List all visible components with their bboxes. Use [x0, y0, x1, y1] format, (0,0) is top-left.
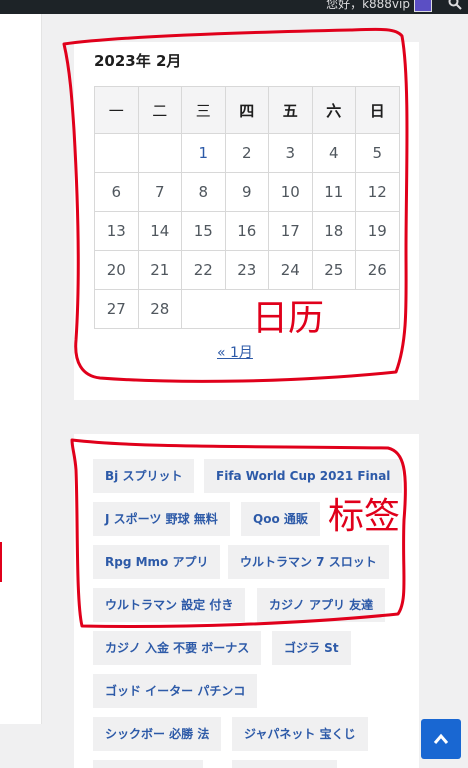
calendar-week: 27 28 — [94, 289, 400, 329]
tag-link[interactable] — [93, 760, 203, 768]
calendar-caption: 2023年 2月 — [94, 52, 182, 70]
calendar-day-cell: 16 — [224, 211, 269, 251]
calendar-day-cell: 6 — [94, 172, 139, 212]
tag-link[interactable]: ウルトラマン 7 スロット — [228, 545, 389, 579]
calendar-day-cell: 27 — [94, 289, 139, 329]
weekday-sun: 日 — [355, 86, 400, 134]
calendar-empty-cell — [94, 133, 139, 173]
calendar-day-cell: 5 — [355, 133, 400, 173]
calendar-empty-cell — [181, 289, 400, 329]
calendar-day-cell: 23 — [224, 250, 269, 290]
tag-link[interactable]: Bj スプリット — [93, 459, 195, 493]
calendar-day-cell: 2 — [224, 133, 269, 173]
admin-top-bar: 您好，k888vip — [0, 0, 468, 14]
tag-link[interactable]: Fifa World Cup 2021 Final — [204, 459, 403, 493]
calendar-table: 一 二 三 四 五 六 日 1 2 3 4 5 6 7 8 9 10 11 12… — [94, 86, 400, 329]
calendar-day-cell: 24 — [268, 250, 313, 290]
tag-link[interactable]: ゴジラ St — [272, 631, 351, 665]
calendar-empty-cell — [137, 133, 182, 173]
calendar-day-cell: 26 — [355, 250, 400, 290]
avatar[interactable] — [414, 0, 432, 12]
calendar-day-cell: 13 — [94, 211, 139, 251]
tag-link[interactable]: シックボー 必勝 法 — [93, 717, 222, 751]
calendar-day-cell: 19 — [355, 211, 400, 251]
calendar-day-cell: 25 — [311, 250, 356, 290]
calendar-day-cell: 4 — [311, 133, 356, 173]
calendar-widget: 2023年 2月 一 二 三 四 五 六 日 1 2 3 4 5 6 7 8 9… — [74, 42, 419, 400]
main-content-panel — [0, 14, 42, 724]
calendar-day-cell: 12 — [355, 172, 400, 212]
calendar-day-cell: 3 — [268, 133, 313, 173]
weekday-sat: 六 — [311, 86, 356, 134]
tag-link[interactable]: Qoo 通販 — [241, 502, 320, 536]
weekday-mon: 一 — [94, 86, 139, 134]
calendar-day-cell: 7 — [137, 172, 182, 212]
calendar-day-cell: 28 — [137, 289, 182, 329]
calendar-week: 13 14 15 16 17 18 19 — [94, 211, 400, 251]
calendar-day-cell: 18 — [311, 211, 356, 251]
weekday-tue: 二 — [137, 86, 182, 134]
tag-link[interactable]: カジノ 入金 不要 ボーナス — [93, 631, 262, 665]
calendar-day-cell: 15 — [181, 211, 226, 251]
calendar-day-cell: 22 — [181, 250, 226, 290]
tag-link[interactable] — [232, 760, 337, 768]
calendar-week: 1 2 3 4 5 — [94, 133, 400, 173]
calendar-day-cell: 14 — [137, 211, 182, 251]
calendar-day-cell: 17 — [268, 211, 313, 251]
annotation-mark — [0, 542, 2, 582]
calendar-day-cell: 10 — [268, 172, 313, 212]
tag-link[interactable]: ウルトラマン 設定 付き — [93, 588, 246, 622]
calendar-day-cell: 8 — [181, 172, 226, 212]
weekday-wed: 三 — [181, 86, 226, 134]
calendar-day-cell: 1 — [181, 133, 226, 173]
calendar-week: 20 21 22 23 24 25 26 — [94, 250, 400, 290]
tag-link[interactable]: J スポーツ 野球 無料 — [93, 502, 230, 536]
tag-link[interactable]: Rpg Mmo アプリ — [93, 545, 221, 579]
prev-month-link[interactable]: « 1月 — [217, 342, 253, 362]
greeting-link[interactable]: 您好，k888vip — [326, 0, 410, 12]
calendar-week: 6 7 8 9 10 11 12 — [94, 172, 400, 212]
tag-link[interactable]: ジャパネット 宝くじ — [232, 717, 368, 751]
search-icon[interactable] — [448, 0, 462, 10]
calendar-day-cell: 9 — [224, 172, 269, 212]
calendar-day-cell: 21 — [137, 250, 182, 290]
weekday-thu: 四 — [224, 86, 269, 134]
chevron-up-icon — [433, 733, 449, 744]
tag-cloud-widget: Bj スプリット Fifa World Cup 2021 Final J スポー… — [74, 434, 419, 768]
tag-link[interactable]: カジノ アプリ 友達 — [257, 588, 386, 622]
calendar-day-link[interactable]: 1 — [198, 144, 208, 162]
back-to-top-button[interactable] — [421, 719, 461, 759]
calendar-day-cell: 20 — [94, 250, 139, 290]
tag-link[interactable]: ゴッド イーター パチンコ — [93, 674, 258, 708]
weekday-fri: 五 — [268, 86, 313, 134]
calendar-day-cell: 11 — [311, 172, 356, 212]
